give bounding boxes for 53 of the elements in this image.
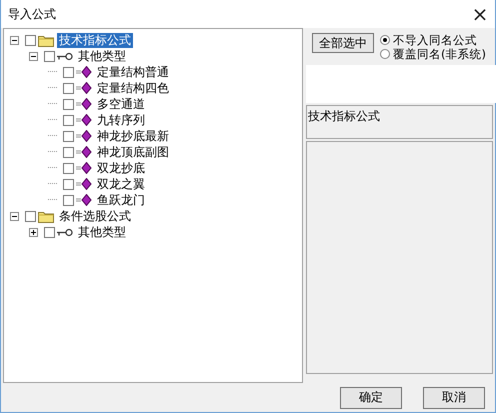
window-title: 导入公式 (8, 6, 56, 22)
checkbox[interactable] (63, 98, 74, 110)
cancel-button[interactable]: 取消 (423, 386, 485, 408)
key-icon (57, 228, 73, 236)
expand-icon[interactable] (29, 228, 38, 236)
checkbox[interactable] (44, 50, 55, 62)
checkbox[interactable] (63, 114, 74, 126)
tree-item[interactable]: 定量结构四色 (95, 80, 171, 96)
tree-item[interactable]: 神龙抄底最新 (95, 128, 171, 144)
gem-icon (76, 162, 92, 174)
radio-label: 覆盖同名(非系统) (393, 46, 486, 62)
gem-icon (76, 194, 92, 206)
gem-icon (76, 130, 92, 142)
ok-button[interactable]: 确定 (340, 386, 402, 408)
gem-icon (76, 146, 92, 158)
radio-button[interactable] (380, 35, 390, 45)
close-button[interactable]: × (465, 1, 495, 27)
checkbox[interactable] (25, 210, 36, 222)
gem-icon (76, 82, 92, 94)
tree-item[interactable]: 双龙之翼 (95, 176, 147, 192)
gem-icon (76, 66, 92, 78)
checkbox[interactable] (63, 194, 74, 206)
tree-item[interactable]: 双龙抄底 (95, 160, 147, 176)
folder-icon (38, 210, 54, 222)
select-all-button[interactable]: 全部选中 (312, 33, 374, 53)
tree-item[interactable]: 九转序列 (95, 112, 147, 128)
gem-icon (76, 178, 92, 190)
key-icon (57, 52, 73, 60)
folder-icon (38, 34, 54, 46)
checkbox[interactable] (63, 162, 74, 174)
tree-item[interactable]: 鱼跃龙门 (95, 192, 147, 208)
tree-item[interactable]: 其他类型 (76, 48, 128, 64)
tree-item[interactable]: 条件选股公式 (57, 208, 133, 224)
tree-item[interactable]: 多空通道 (95, 96, 147, 112)
tree-item[interactable]: 神龙顶底副图 (95, 144, 171, 160)
tree-item[interactable]: 定量结构普通 (95, 64, 171, 80)
checkbox[interactable] (63, 66, 74, 78)
checkbox[interactable] (63, 178, 74, 190)
checkbox[interactable] (25, 34, 36, 46)
checkbox[interactable] (63, 146, 74, 158)
radio-button[interactable] (380, 49, 390, 59)
collapse-icon[interactable] (10, 212, 19, 220)
gem-icon (76, 114, 92, 126)
gem-icon (76, 98, 92, 110)
checkbox[interactable] (63, 82, 74, 94)
info-label: 技术指标公式 (306, 105, 493, 139)
checkbox[interactable] (44, 226, 55, 238)
collapse-icon[interactable] (10, 36, 19, 44)
radio-label: 不导入同名公式 (393, 32, 477, 48)
tree-item[interactable]: 技术指标公式 (57, 32, 133, 48)
checkbox[interactable] (63, 130, 74, 142)
tree-item[interactable]: 其他类型 (76, 224, 128, 240)
collapse-icon[interactable] (29, 52, 38, 60)
